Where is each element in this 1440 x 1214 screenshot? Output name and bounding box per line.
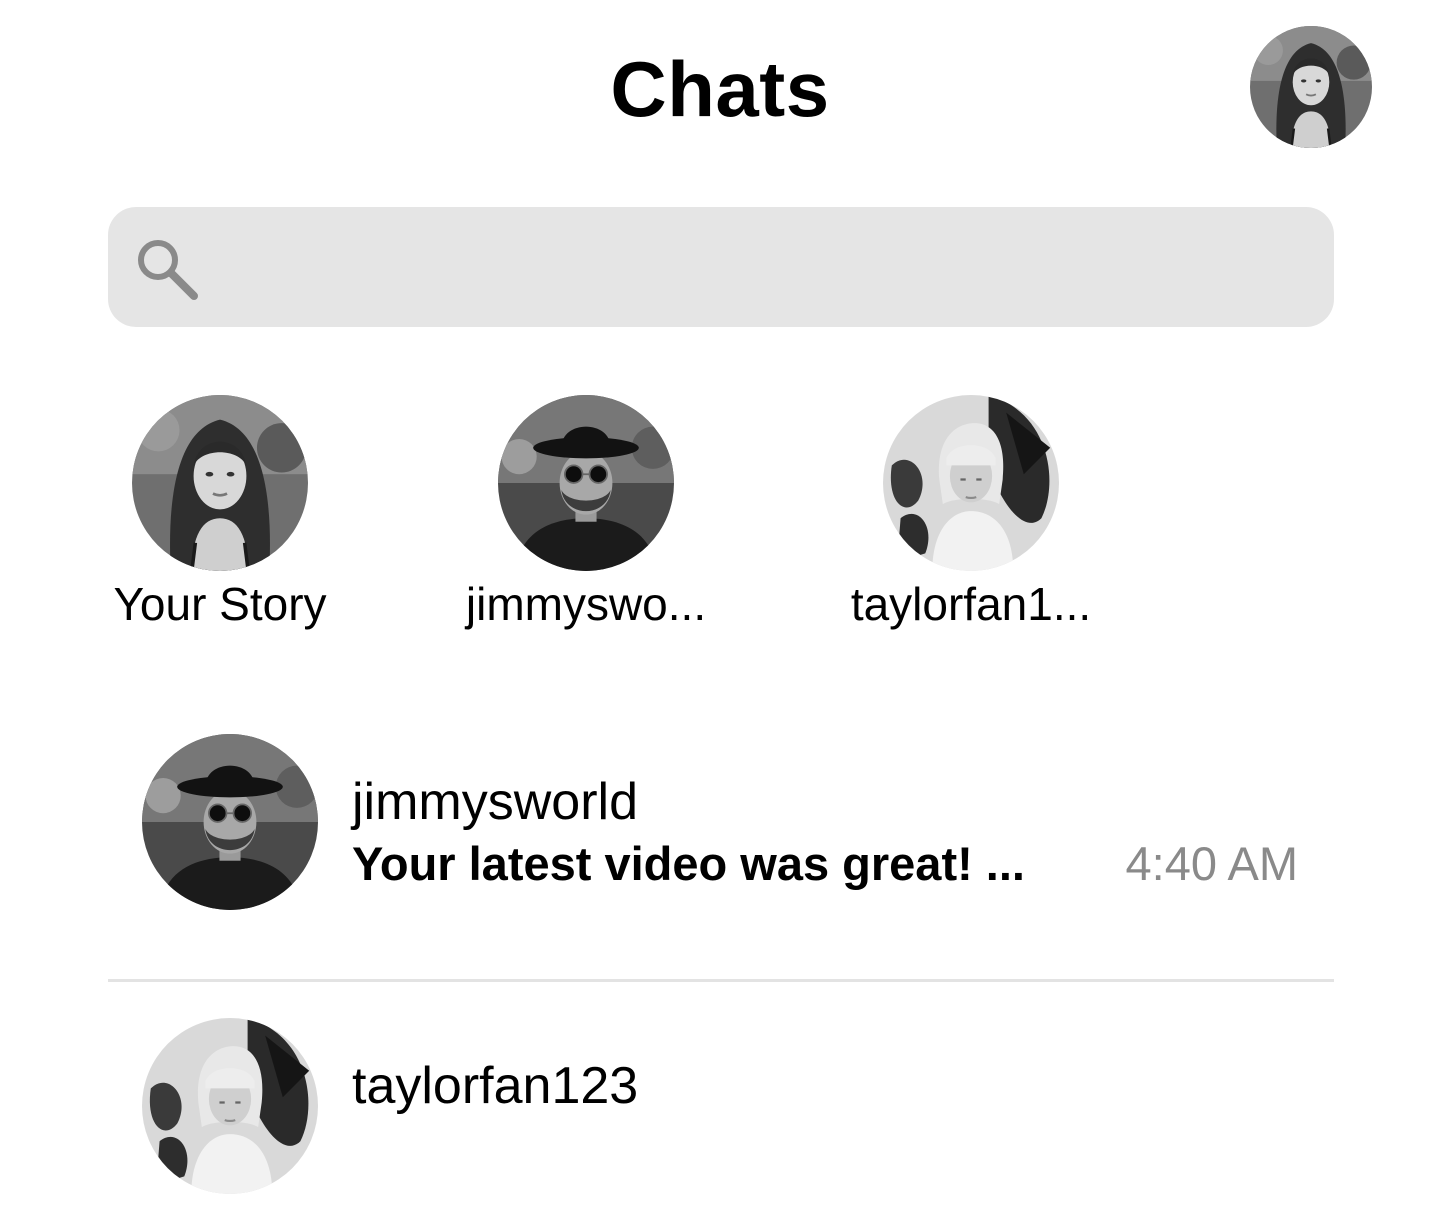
search-input[interactable] (218, 207, 1312, 329)
profile-avatar[interactable] (1250, 26, 1372, 148)
story-label: Your Story (113, 578, 327, 630)
story-label: taylorfan1... (850, 578, 1092, 630)
story-taylorfan[interactable]: taylorfan1... (841, 395, 1101, 631)
chat-name: taylorfan123 (352, 1057, 639, 1115)
header: Chats (0, 0, 1440, 170)
chat-row-jimmysworld[interactable]: jimmysworld Your latest video was great!… (108, 720, 1334, 930)
search-icon (134, 236, 200, 302)
stories-row: Your Story jimmyswo... taylorfan1... (0, 395, 1440, 635)
avatar (883, 395, 1059, 571)
avatar (498, 395, 674, 571)
chat-name: jimmysworld (352, 773, 638, 831)
story-your-story[interactable]: Your Story (90, 395, 350, 631)
chat-row-taylorfan123[interactable]: taylorfan123 (108, 1004, 1334, 1214)
avatar (142, 734, 318, 910)
avatar (132, 395, 308, 571)
story-jimmysworld[interactable]: jimmyswo... (456, 395, 716, 631)
chat-preview: Your latest video was great! ... (352, 837, 1025, 890)
divider (108, 979, 1334, 982)
chat-time: 4:40 AM (1125, 837, 1298, 890)
page-title: Chats (610, 45, 830, 133)
search-bar[interactable] (108, 207, 1334, 329)
story-label: jimmyswo... (465, 578, 707, 630)
avatar (142, 1018, 318, 1194)
